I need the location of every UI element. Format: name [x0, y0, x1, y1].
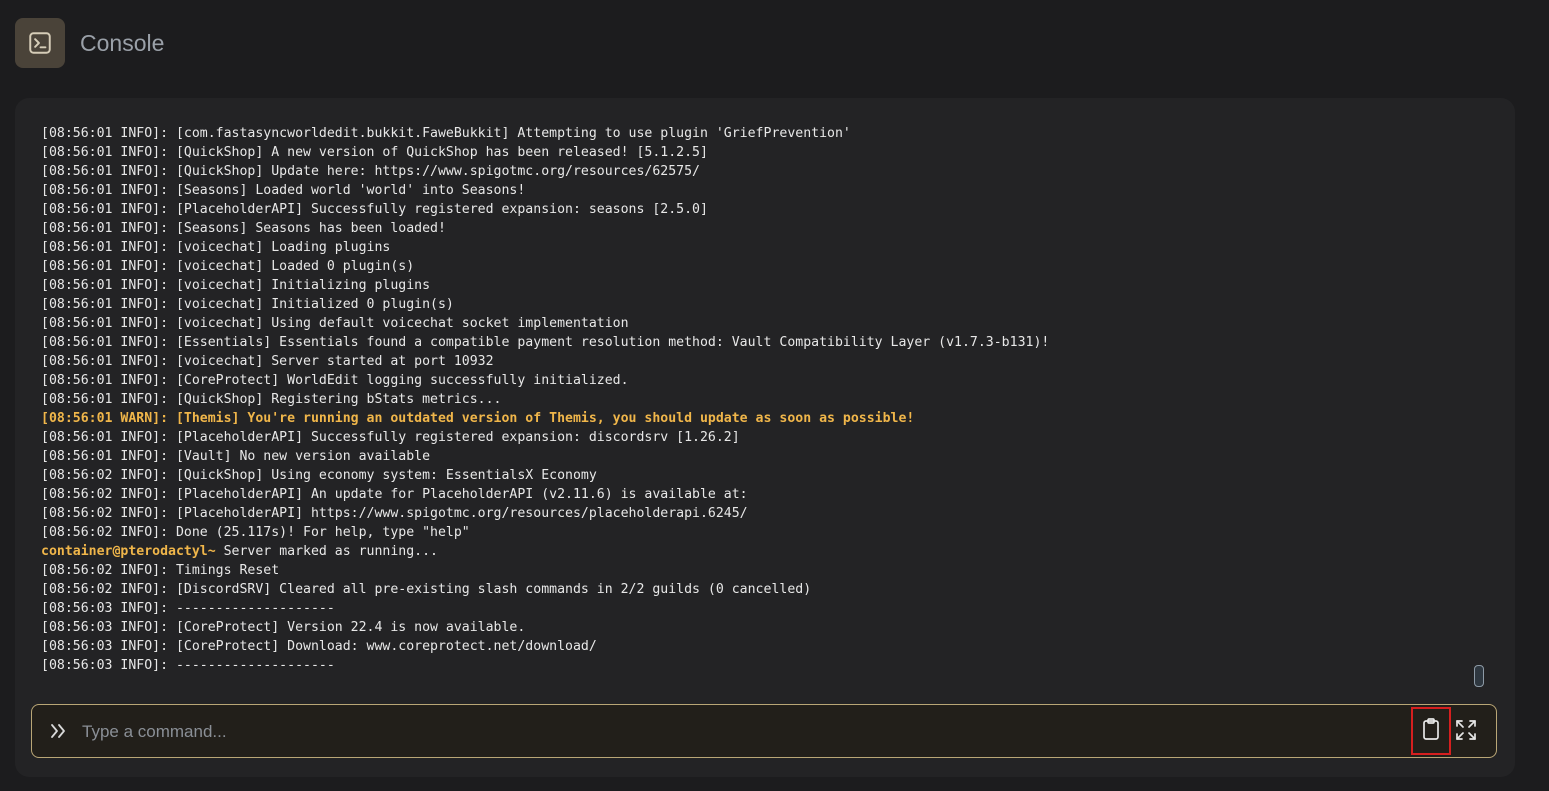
console-line: [08:56:01 INFO]: [QuickShop] Registering… [41, 390, 1461, 409]
console-line: [08:56:01 INFO]: [voicechat] Initializin… [41, 276, 1461, 295]
console-line: [08:56:01 INFO]: [voicechat] Using defau… [41, 314, 1461, 333]
console-line-text: [08:56:02 INFO]: [PlaceholderAPI] An upd… [41, 487, 748, 502]
console-line: [08:56:01 INFO]: [PlaceholderAPI] Succes… [41, 200, 1461, 219]
console-prompt: container@pterodactyl~ [41, 544, 216, 559]
console-line: [08:56:01 INFO]: [Seasons] Seasons has b… [41, 219, 1461, 238]
console-line-text: [08:56:01 INFO]: [voicechat] Initializin… [41, 278, 431, 293]
console-line: [08:56:01 INFO]: [QuickShop] A new versi… [41, 143, 1461, 162]
console-line: [08:56:01 INFO]: [com.fastasyncworldedit… [41, 124, 1461, 143]
console-line-text: [08:56:01 WARN]: [Themis] You're running… [41, 411, 915, 426]
console-line-text: [08:56:01 INFO]: [Seasons] Seasons has b… [41, 221, 446, 236]
console-line: [08:56:01 INFO]: [Essentials] Essentials… [41, 333, 1461, 352]
console-line-text: [08:56:01 INFO]: [voicechat] Using defau… [41, 316, 629, 331]
expand-console-button[interactable] [1454, 719, 1478, 746]
console-line-text: [08:56:01 INFO]: [com.fastasyncworldedit… [41, 126, 851, 141]
console-line: [08:56:02 INFO]: [PlaceholderAPI] An upd… [41, 485, 1461, 504]
console-line-text: [08:56:01 INFO]: [PlaceholderAPI] Succes… [41, 202, 708, 217]
console-line-text: [08:56:01 INFO]: [voicechat] Server star… [41, 354, 494, 369]
console-line: [08:56:03 INFO]: [CoreProtect] Version 2… [41, 618, 1461, 637]
console-line-text: [08:56:02 INFO]: [DiscordSRV] Cleared al… [41, 582, 812, 597]
console-line: [08:56:01 INFO]: [QuickShop] Update here… [41, 162, 1461, 181]
console-line: [08:56:01 INFO]: [PlaceholderAPI] Succes… [41, 428, 1461, 447]
console-line-text: [08:56:01 INFO]: [Vault] No new version … [41, 449, 431, 464]
console-line-text: [08:56:01 INFO]: [QuickShop] A new versi… [41, 145, 708, 160]
console-line-text: [08:56:01 INFO]: [voicechat] Initialized… [41, 297, 454, 312]
console-line: [08:56:02 INFO]: [QuickShop] Using econo… [41, 466, 1461, 485]
console-warn-line: [08:56:01 WARN]: [Themis] You're running… [41, 409, 1461, 428]
console-line: [08:56:02 INFO]: Timings Reset [41, 561, 1461, 580]
console-line-text: [08:56:01 INFO]: [PlaceholderAPI] Succes… [41, 430, 740, 445]
console-line-text: Server marked as running... [215, 544, 438, 559]
console-line-text: [08:56:02 INFO]: [PlaceholderAPI] https:… [41, 506, 748, 521]
console-line-text: [08:56:01 INFO]: [CoreProtect] WorldEdit… [41, 373, 629, 388]
console-line-text: [08:56:02 INFO]: [QuickShop] Using econo… [41, 468, 597, 483]
console-line: [08:56:01 INFO]: [Seasons] Loaded world … [41, 181, 1461, 200]
console-line-text: [08:56:03 INFO]: [CoreProtect] Version 2… [41, 620, 526, 635]
page-title: Console [80, 29, 165, 56]
console-header: Console [15, 18, 164, 68]
console-scrollbar[interactable] [1474, 665, 1484, 687]
console-line: [08:56:03 INFO]: -------------------- [41, 656, 1461, 675]
console-line-text: [08:56:01 INFO]: [Seasons] Loaded world … [41, 183, 526, 198]
console-line-text: [08:56:03 INFO]: -------------------- [41, 601, 335, 616]
console-line: [08:56:02 INFO]: [DiscordSRV] Cleared al… [41, 580, 1461, 599]
console-line: [08:56:01 INFO]: [Vault] No new version … [41, 447, 1461, 466]
console-line: [08:56:02 INFO]: Done (25.117s)! For hel… [41, 523, 1461, 542]
console-line: container@pterodactyl~ Server marked as … [41, 542, 1461, 561]
console-line-text: [08:56:01 INFO]: [QuickShop] Update here… [41, 164, 700, 179]
console-line: [08:56:03 INFO]: -------------------- [41, 599, 1461, 618]
terminal-icon [15, 18, 65, 68]
console-line: [08:56:02 INFO]: [PlaceholderAPI] https:… [41, 504, 1461, 523]
console-line: [08:56:01 INFO]: [CoreProtect] WorldEdit… [41, 371, 1461, 390]
console-line-text: [08:56:03 INFO]: [CoreProtect] Download:… [41, 639, 597, 654]
console-line-text: [08:56:02 INFO]: Timings Reset [41, 563, 280, 578]
double-chevron-right-icon [48, 720, 68, 742]
console-line-text: [08:56:01 INFO]: [voicechat] Loaded 0 pl… [41, 259, 415, 274]
console-line-text: [08:56:01 INFO]: [QuickShop] Registering… [41, 392, 502, 407]
console-output[interactable]: [08:56:01 INFO]: [com.fastasyncworldedit… [41, 124, 1461, 684]
command-input[interactable] [82, 717, 1382, 747]
console-line: [08:56:01 INFO]: [voicechat] Initialized… [41, 295, 1461, 314]
command-bar [31, 704, 1497, 758]
expand-icon [1455, 719, 1477, 746]
clipboard-icon [1421, 717, 1441, 746]
console-line: [08:56:01 INFO]: [voicechat] Loading plu… [41, 238, 1461, 257]
console-line-text: [08:56:03 INFO]: -------------------- [41, 658, 335, 673]
console-line: [08:56:01 INFO]: [voicechat] Server star… [41, 352, 1461, 371]
console-line: [08:56:01 INFO]: [voicechat] Loaded 0 pl… [41, 257, 1461, 276]
copy-console-button[interactable] [1411, 707, 1451, 755]
console-panel: [08:56:01 INFO]: [com.fastasyncworldedit… [15, 98, 1515, 777]
console-line-text: [08:56:01 INFO]: [voicechat] Loading plu… [41, 240, 391, 255]
console-line-text: [08:56:02 INFO]: Done (25.117s)! For hel… [41, 525, 470, 540]
console-line: [08:56:03 INFO]: [CoreProtect] Download:… [41, 637, 1461, 656]
console-line-text: [08:56:01 INFO]: [Essentials] Essentials… [41, 335, 1050, 350]
